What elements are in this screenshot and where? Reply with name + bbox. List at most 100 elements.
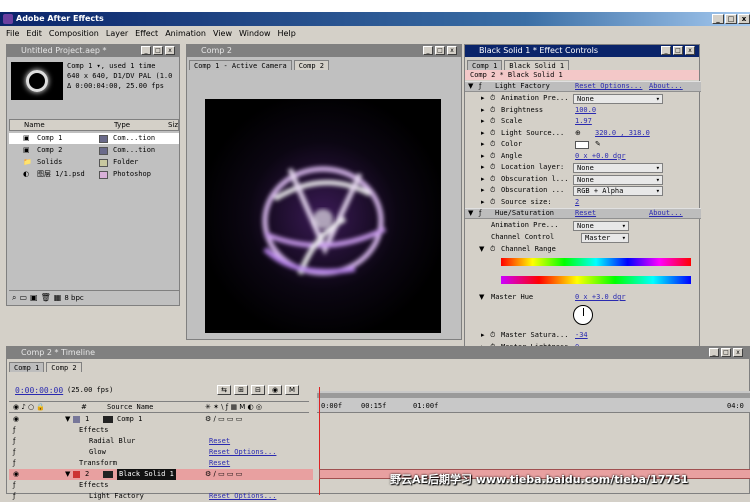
fx-param-dropdown[interactable]: None [573, 163, 663, 173]
tab-tl-comp1[interactable]: Comp 1 [9, 362, 45, 372]
trash-icon[interactable]: 🗑 [41, 293, 51, 302]
fx-param-value[interactable]: 320.0 , 318.0 [595, 128, 650, 139]
fx-close-button[interactable]: x [685, 46, 695, 55]
expand-arrow-icon[interactable]: ▼ [479, 292, 484, 303]
fx-minimize-button[interactable]: _ [661, 46, 671, 55]
eye-icon[interactable]: ◉ [13, 469, 19, 480]
fx-maximize-button[interactable]: □ [673, 46, 683, 55]
comp-close-button[interactable]: x [447, 46, 457, 55]
stopwatch-icon[interactable]: ⏱ [490, 174, 495, 185]
light-factory-header[interactable]: ▼ ƒ Light Factory Reset Options... About… [465, 81, 701, 92]
folder-icon[interactable]: ▭ [19, 293, 27, 302]
expand-arrow-icon[interactable]: ▼ [468, 81, 473, 92]
timeline-row-value[interactable]: Reset [209, 458, 230, 469]
hue-saturation-header[interactable]: ▼ ƒ Hue/Saturation Reset About... [465, 208, 701, 219]
tab-fx-black-solid[interactable]: Black Solid 1 [504, 60, 570, 70]
expand-arrow-icon[interactable]: ▸ [481, 197, 485, 208]
tl-maximize-button[interactable]: □ [721, 348, 731, 357]
comp-maximize-button[interactable]: □ [435, 46, 445, 55]
fx-param-value[interactable]: 100.0 [575, 105, 596, 116]
timeline-row-value[interactable]: Reset [209, 436, 230, 447]
fx-param-dropdown[interactable]: None [573, 94, 663, 104]
find-icon[interactable]: ⌕ [12, 293, 16, 303]
stopwatch-icon[interactable]: ⏱ [490, 197, 495, 208]
fx-param-value[interactable]: -34 [575, 330, 588, 341]
expand-arrow-icon[interactable]: ▼ [65, 414, 70, 425]
stopwatch-icon[interactable]: ⏱ [490, 185, 495, 196]
stopwatch-icon[interactable]: ⏱ [490, 244, 495, 255]
fx-param-dropdown[interactable]: RGB + Alpha [573, 186, 663, 196]
new-comp-icon[interactable]: ▣ [30, 293, 38, 302]
timeline-row[interactable]: ◉ ▼ 1 ⚙ ∕ ▭ ▭ ▭ Comp 1 [9, 414, 313, 425]
expand-arrow-icon[interactable]: ▸ [481, 185, 485, 196]
menu-file[interactable]: File [6, 29, 19, 38]
stopwatch-icon[interactable]: ⏱ [490, 105, 495, 116]
maximize-button[interactable]: □ [725, 14, 737, 24]
timeline-row[interactable]: ƒ Effects [9, 480, 313, 491]
layer-switches-icon[interactable]: ⚙ ∕ ▭ ▭ ▭ [205, 414, 242, 425]
timeline-row-value[interactable]: Reset Options... [209, 447, 276, 458]
menu-layer[interactable]: Layer [106, 29, 128, 38]
eyedropper-icon[interactable]: ✎ [595, 139, 601, 150]
fx-switch-icon[interactable]: ƒ [13, 480, 15, 491]
fx-param-value[interactable]: 2 [575, 197, 579, 208]
fx-param-value[interactable]: 1.97 [575, 116, 592, 127]
project-minimize-button[interactable]: _ [141, 46, 151, 55]
color-swatch[interactable] [575, 141, 589, 149]
hue-saturation-about[interactable]: About... [649, 208, 683, 219]
fx-switch-icon[interactable]: ƒ [13, 425, 15, 436]
stopwatch-icon[interactable]: ⏱ [490, 162, 495, 173]
stopwatch-icon[interactable]: ⏱ [490, 151, 495, 162]
crosshair-icon[interactable]: ⊕ [575, 128, 581, 139]
master-hue-value[interactable]: 0 x +3.0 dgr [575, 292, 626, 303]
expand-arrow-icon[interactable]: ▸ [481, 116, 485, 127]
work-area-bar[interactable] [317, 393, 750, 398]
tl-frameblend-icon[interactable]: ⊟ [251, 385, 265, 395]
tl-graph-icon[interactable]: M [285, 385, 299, 395]
timeline-row[interactable]: ◉ ▼ 2 ⚙ ∕ ▭ ▭ ▭ Black Solid 1 [9, 469, 313, 480]
comp-viewer[interactable] [205, 99, 441, 333]
tl-close-button[interactable]: x [733, 348, 743, 357]
fx-switch-icon[interactable]: ƒ [13, 458, 15, 469]
expand-arrow-icon[interactable]: ▼ [65, 469, 70, 480]
expand-arrow-icon[interactable]: ▸ [481, 174, 485, 185]
timeline-row[interactable]: ƒ Light Factory Reset Options... [9, 491, 313, 502]
timeline-row[interactable]: ƒ Effects [9, 425, 313, 436]
stopwatch-icon[interactable]: ⏱ [490, 330, 495, 341]
expand-arrow-icon[interactable]: ▼ [468, 208, 473, 219]
expand-arrow-icon[interactable]: ▸ [481, 162, 485, 173]
comp-minimize-button[interactable]: _ [423, 46, 433, 55]
menu-help[interactable]: Help [278, 29, 296, 38]
tl-switch-icon[interactable]: ⇆ [217, 385, 231, 395]
stopwatch-icon[interactable]: ⏱ [490, 139, 495, 150]
menu-view[interactable]: View [213, 29, 232, 38]
fx-enable-icon[interactable]: ƒ [479, 208, 481, 219]
tab-comp1-camera[interactable]: Comp 1 - Active Camera [189, 60, 292, 70]
project-maximize-button[interactable]: □ [153, 46, 163, 55]
fx-enable-icon[interactable]: ƒ [479, 81, 481, 92]
project-item[interactable]: ▣ Comp 1 Com...tion [9, 133, 179, 144]
menu-window[interactable]: Window [239, 29, 271, 38]
timeline-row-value[interactable]: Reset Options... [209, 491, 276, 502]
project-close-button[interactable]: x [165, 46, 175, 55]
hue-saturation-reset[interactable]: Reset [575, 208, 596, 219]
expand-arrow-icon[interactable]: ▸ [481, 93, 485, 104]
fx-switch-icon[interactable]: ƒ [13, 436, 15, 447]
timeline-row[interactable]: ƒ Transform Reset [9, 458, 313, 469]
fx-param-value[interactable]: 0 x +0.0 dgr [575, 151, 626, 162]
timeline-row[interactable]: ƒ Glow Reset Options... [9, 447, 313, 458]
light-factory-reset[interactable]: Reset Options... [575, 81, 642, 92]
hue-dial[interactable] [573, 305, 593, 325]
menu-animation[interactable]: Animation [165, 29, 206, 38]
col-name[interactable]: Name [24, 120, 45, 131]
fx-switch-icon[interactable]: ƒ [13, 491, 15, 502]
stopwatch-icon[interactable]: ⏱ [490, 128, 495, 139]
close-button[interactable]: x [738, 14, 750, 24]
eye-icon[interactable]: ◉ [13, 414, 19, 425]
expand-arrow-icon[interactable]: ▼ [479, 244, 484, 255]
col-size[interactable]: Siz [168, 120, 178, 131]
expand-arrow-icon[interactable]: ▸ [481, 139, 485, 150]
tl-draft-icon[interactable]: ⊞ [234, 385, 248, 395]
tab-tl-comp2[interactable]: Comp 2 [46, 362, 82, 372]
col-type[interactable]: Type [114, 120, 130, 131]
